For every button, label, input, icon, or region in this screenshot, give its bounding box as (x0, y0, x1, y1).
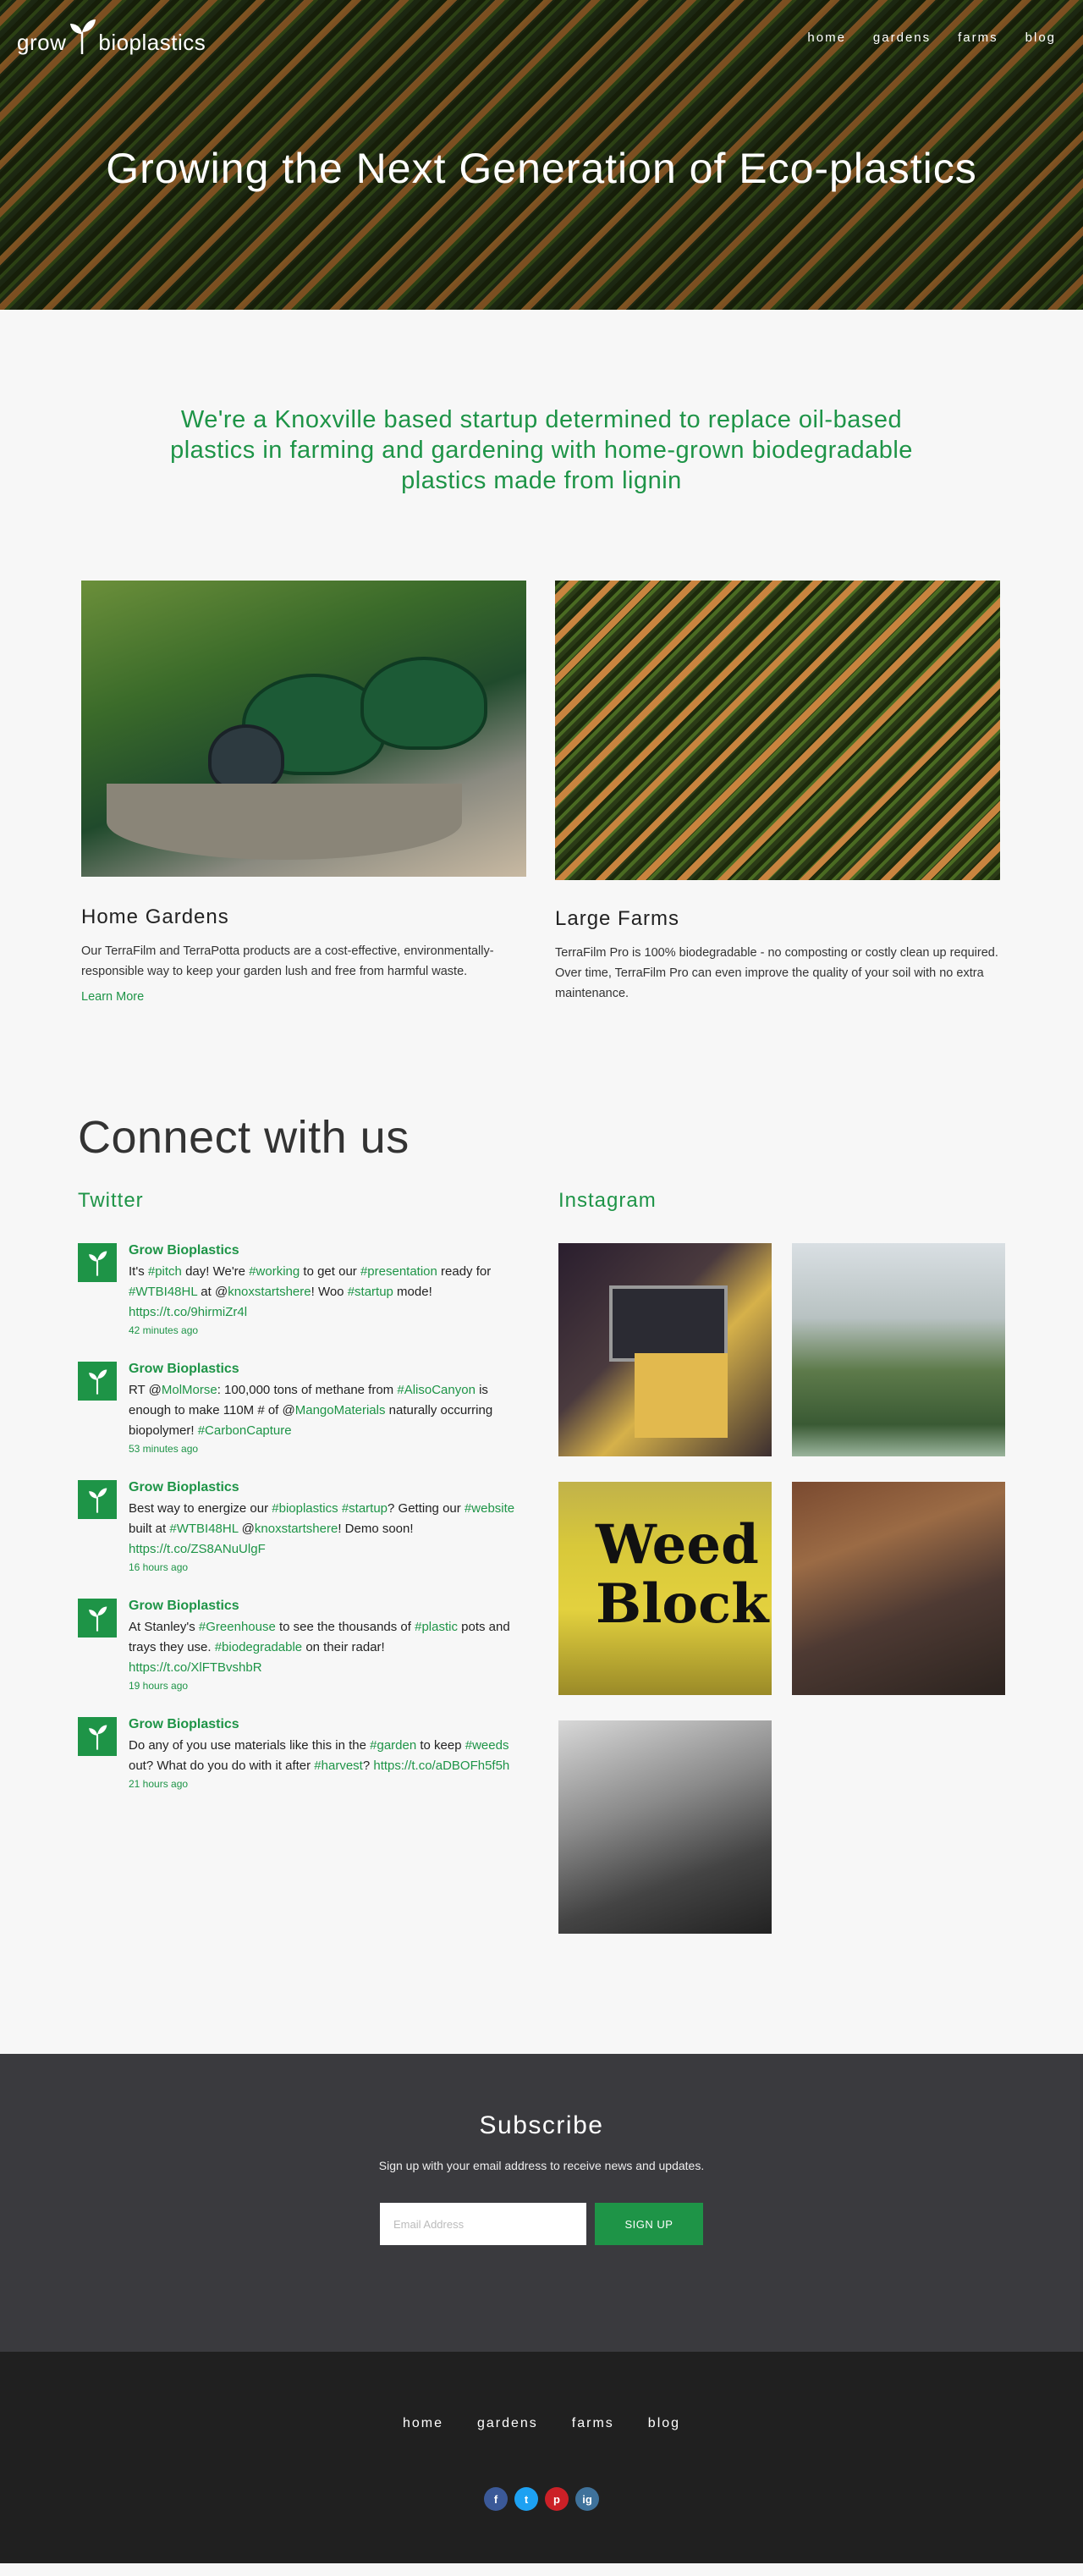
site-logo[interactable]: grow bioplastics (17, 15, 206, 56)
tweet-text: RT @MolMorse: 100,000 tons of methane fr… (129, 1383, 493, 1438)
subscribe-section: Subscribe Sign up with your email addres… (0, 2054, 1083, 2352)
tweet-time[interactable]: 21 hours ago (129, 1778, 518, 1790)
sprout-logo-icon (70, 19, 96, 54)
tweet-author[interactable]: Grow Bioplastics (129, 1480, 518, 1495)
sprout-icon (89, 1251, 107, 1276)
instagram-photo-greenhouse[interactable] (792, 1243, 1005, 1456)
site-footer: home gardens farms blog f t p ig (0, 2352, 1083, 2563)
tweet-author[interactable]: Grow Bioplastics (129, 1243, 518, 1258)
logo-text-left: grow (17, 30, 67, 55)
twitter-column: Twitter Grow Bioplastics It's #pitch day!… (78, 1189, 521, 1934)
product-title: Large Farms (555, 907, 680, 930)
nav-farms[interactable]: farms (949, 29, 1007, 47)
tweet-time[interactable]: 16 hours ago (129, 1561, 518, 1573)
social-links: f t p ig (0, 2487, 1083, 2511)
connect-section: Connect with us Twitter Grow Bioplastics… (0, 1005, 1083, 2054)
instagram-photo-meeting[interactable] (792, 1482, 1005, 1695)
pinterest-icon[interactable]: p (545, 2487, 569, 2511)
tweet-body: Grow Bioplastics At Stanley's #Greenhouse… (129, 1599, 518, 1692)
instagram-photo-team[interactable] (558, 1720, 772, 1934)
intro-section: We're a Knoxville based startup determin… (0, 310, 1083, 581)
product-title: Home Gardens (81, 905, 229, 928)
hero-banner: grow bioplastics home gardens farms blog… (0, 0, 1083, 310)
tweet-time[interactable]: 19 hours ago (129, 1680, 518, 1692)
tweet: Grow Bioplastics RT @MolMorse: 100,000 to… (78, 1362, 521, 1455)
footer-nav-gardens[interactable]: gardens (477, 2416, 538, 2431)
nav-gardens[interactable]: gardens (865, 29, 939, 47)
instagram-heading: Instagram (558, 1189, 657, 1212)
tweet: Grow Bioplastics At Stanley's #Greenhouse… (78, 1599, 521, 1692)
avatar[interactable] (78, 1480, 117, 1519)
subscribe-text: Sign up with your email address to recei… (378, 2159, 705, 2172)
sprout-icon (89, 1606, 107, 1632)
intro-text: We're a Knoxville based startup determin… (170, 406, 913, 494)
footer-nav-home[interactable]: home (403, 2416, 443, 2431)
twitter-heading: Twitter (78, 1189, 144, 1212)
product-home-gardens: Home Gardens Our TerraFilm and TerraPott… (81, 581, 526, 1005)
tweet-text: Do any of you use materials like this in… (129, 1738, 510, 1773)
instagram-column: Instagram Weed Block (558, 1189, 1005, 1934)
instagram-photo-weed-block[interactable]: Weed Block (558, 1482, 772, 1695)
facebook-icon[interactable]: f (484, 2487, 508, 2511)
watering-cans-image (81, 581, 526, 877)
subscribe-form: SIGN UP (0, 2203, 1083, 2245)
logo-text-right: bioplastics (98, 30, 206, 55)
footer-nav-blog[interactable]: blog (648, 2416, 680, 2431)
product-large-farms: Large Farms TerraFilm Pro is 100% biodeg… (555, 581, 1000, 1005)
tweet-body: Grow Bioplastics RT @MolMorse: 100,000 to… (129, 1362, 518, 1455)
nav-home[interactable]: home (799, 29, 855, 47)
tweet-body: Grow Bioplastics Best way to energize our… (129, 1480, 518, 1573)
laptop-shape (609, 1285, 728, 1362)
tweet: Grow Bioplastics Do any of you use materi… (78, 1717, 521, 1790)
tweet-text: Best way to energize our #bioplastics #s… (129, 1501, 515, 1556)
tweet-author[interactable]: Grow Bioplastics (129, 1717, 518, 1732)
avatar[interactable] (78, 1599, 117, 1638)
tweet: Grow Bioplastics It's #pitch day! We're #… (78, 1243, 521, 1336)
weed-block-label: Weed Block (596, 1513, 769, 1636)
product-description: TerraFilm Pro is 100% biodegradable - no… (555, 946, 998, 1000)
watering-can-shape (360, 657, 487, 750)
subscribe-title: Subscribe (479, 2111, 604, 2139)
sprout-icon (89, 1488, 107, 1513)
tweet-author[interactable]: Grow Bioplastics (129, 1362, 518, 1377)
footer-nav: home gardens farms blog (0, 2416, 1083, 2431)
hero-title: Growing the Next Generation of Eco-plast… (106, 145, 977, 192)
avatar[interactable] (78, 1362, 117, 1401)
email-input[interactable] (380, 2203, 586, 2245)
product-description: Our TerraFilm and TerraPotta products ar… (81, 944, 494, 978)
avatar[interactable] (78, 1717, 117, 1756)
tweet-body: Grow Bioplastics It's #pitch day! We're #… (129, 1243, 518, 1336)
learn-more-link[interactable]: Learn More (81, 990, 144, 1004)
instagram-grid: Weed Block (558, 1243, 1005, 1934)
tweet-author[interactable]: Grow Bioplastics (129, 1599, 518, 1614)
main-nav: home gardens farms blog (799, 29, 1064, 47)
sprout-icon (89, 1725, 107, 1750)
instagram-icon[interactable]: ig (575, 2487, 599, 2511)
tweet-list: Grow Bioplastics It's #pitch day! We're #… (78, 1243, 521, 1790)
instagram-photo-laptop[interactable] (558, 1243, 772, 1456)
watering-can-rose-shape (208, 724, 284, 792)
tweet-body: Grow Bioplastics Do any of you use materi… (129, 1717, 518, 1790)
sign-up-button[interactable]: SIGN UP (595, 2203, 703, 2245)
tweet-text: It's #pitch day! We're #working to get o… (129, 1264, 492, 1319)
wheelbarrow-shape (107, 784, 462, 860)
avatar[interactable] (78, 1243, 117, 1282)
twitter-icon[interactable]: t (514, 2487, 538, 2511)
tweet-time[interactable]: 53 minutes ago (129, 1443, 518, 1455)
products-section: Home Gardens Our TerraFilm and TerraPott… (0, 581, 1083, 1005)
connect-heading: Connect with us (78, 1112, 410, 1163)
tweet-time[interactable]: 42 minutes ago (129, 1324, 518, 1336)
footer-nav-farms[interactable]: farms (572, 2416, 614, 2431)
nav-blog[interactable]: blog (1017, 29, 1064, 47)
notepad-shape (635, 1353, 728, 1438)
farm-rows-image (555, 581, 1000, 880)
tweet: Grow Bioplastics Best way to energize our… (78, 1480, 521, 1573)
sprout-icon (89, 1369, 107, 1395)
tweet-text: At Stanley's #Greenhouse to see the thou… (129, 1620, 510, 1675)
